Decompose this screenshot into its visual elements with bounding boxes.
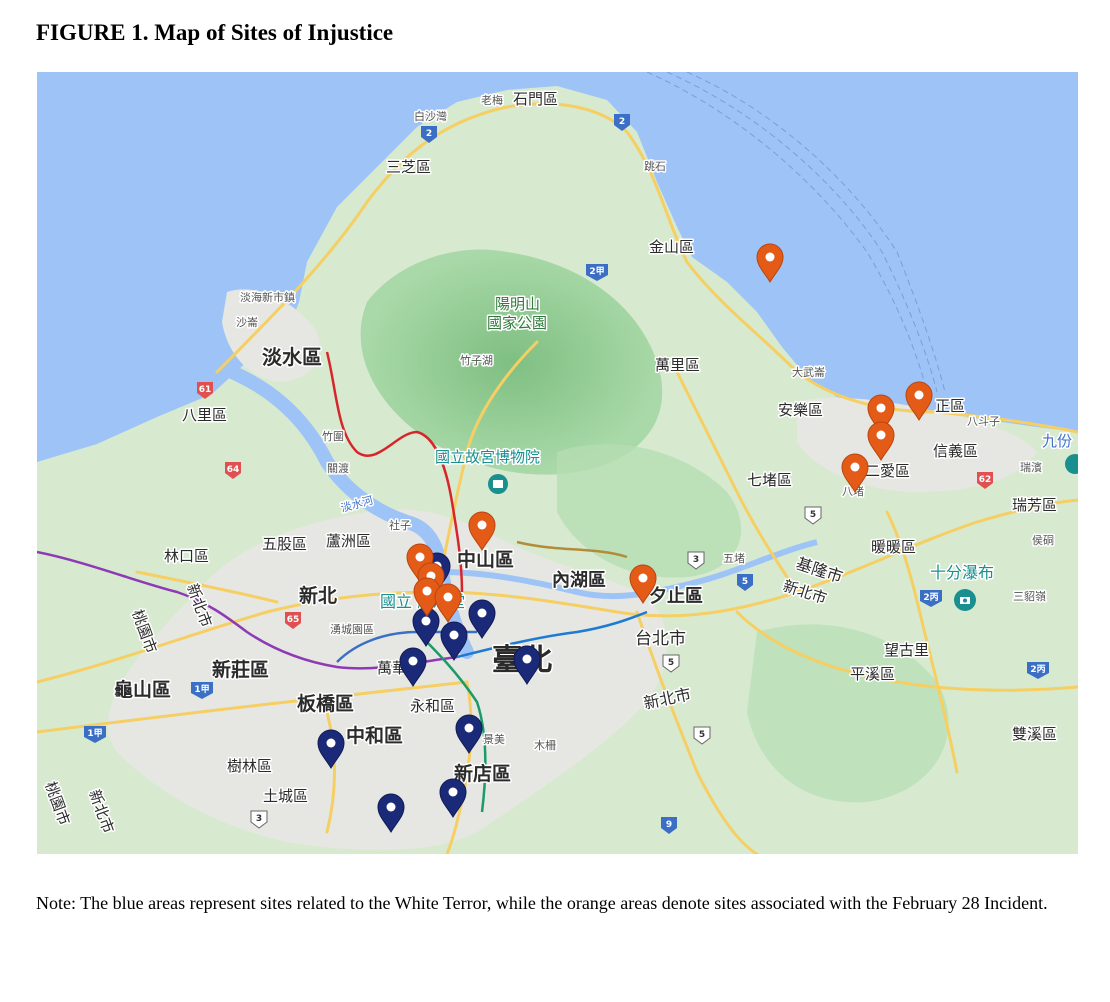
label-guishan: 龜山區 bbox=[114, 678, 171, 701]
label-wugu: 五股區 bbox=[262, 535, 307, 553]
label-jinshan: 金山區 bbox=[649, 238, 694, 256]
svg-text:1甲: 1甲 bbox=[87, 728, 102, 739]
label-houtong: 侯硐 bbox=[1032, 533, 1054, 547]
label-jiufen: 九份 bbox=[1042, 432, 1072, 450]
label-zhuzihu: 竹子湖 bbox=[460, 353, 493, 367]
svg-text:2甲: 2甲 bbox=[589, 266, 604, 277]
label-zhongshan: 中山區 bbox=[457, 548, 514, 571]
label-jingmei: 景美 bbox=[483, 733, 505, 746]
label-shalun: 沙崙 bbox=[236, 316, 258, 329]
label-ren-ai: 二愛區 bbox=[865, 462, 910, 480]
label-xizhi: 夕止區 bbox=[649, 585, 703, 607]
svg-text:3: 3 bbox=[256, 814, 262, 824]
svg-text:1甲: 1甲 bbox=[194, 684, 209, 695]
label-wanli: 萬里區 bbox=[655, 356, 700, 374]
label-shuanxi: 雙溪區 bbox=[1012, 725, 1057, 743]
svg-text:9: 9 bbox=[666, 820, 672, 830]
label-guandu: 關渡 bbox=[327, 461, 349, 475]
svg-text:2: 2 bbox=[619, 117, 625, 127]
label-tamsui: 淡水區 bbox=[262, 345, 322, 369]
label-shezi: 社子 bbox=[389, 518, 411, 532]
label-ruibin: 瑞濱 bbox=[1020, 460, 1042, 474]
label-huacheng: 湧城園區 bbox=[330, 623, 374, 636]
label-pingxi: 平溪區 bbox=[850, 665, 895, 683]
svg-text:61: 61 bbox=[199, 385, 212, 395]
svg-text:5: 5 bbox=[668, 658, 674, 668]
label-palace-museum: 國立故宮博物院 bbox=[435, 448, 540, 466]
label-bali: 八里區 bbox=[182, 406, 227, 424]
figure-title: FIGURE 1. Map of Sites of Injustice bbox=[36, 20, 394, 45]
svg-text:64: 64 bbox=[227, 465, 240, 475]
svg-text:5: 5 bbox=[742, 577, 748, 587]
svg-text:5: 5 bbox=[810, 510, 816, 520]
label-taipei-city: 台北市 bbox=[635, 629, 686, 649]
label-shulin: 樹林區 bbox=[227, 757, 272, 775]
label-laomei: 老梅 bbox=[481, 93, 503, 107]
label-banqiao: 板橋區 bbox=[297, 692, 354, 715]
label-tiaoshi: 跳石 bbox=[644, 159, 666, 173]
label-national-park: 國家公園 bbox=[487, 314, 547, 332]
label-xinyi: 信義區 bbox=[933, 442, 978, 460]
label-wanggu: 望古里 bbox=[884, 641, 929, 659]
map[interactable]: 2 2 2甲 61 64 65 1甲 1甲 62 2丙 2丙 3 5 9 3 5… bbox=[37, 72, 1078, 854]
label-dawuluan: 大武崙 bbox=[792, 365, 825, 379]
label-yonghe: 永和區 bbox=[410, 697, 455, 715]
label-xinzhuang: 新莊區 bbox=[212, 658, 269, 681]
label-tucheng: 土城區 bbox=[263, 787, 308, 805]
svg-text:62: 62 bbox=[979, 475, 992, 485]
label-ruifang: 瑞芳區 bbox=[1012, 496, 1057, 514]
label-luzhou: 蘆洲區 bbox=[326, 532, 371, 550]
map-canvas[interactable]: 2 2 2甲 61 64 65 1甲 1甲 62 2丙 2丙 3 5 9 3 5… bbox=[37, 72, 1078, 854]
label-badouzi: 八斗子 bbox=[967, 415, 1000, 428]
label-danhai: 淡海新市鎮 bbox=[240, 290, 295, 304]
svg-text:2: 2 bbox=[426, 129, 432, 139]
svg-text:65: 65 bbox=[287, 615, 300, 625]
label-shimen: 石門區 bbox=[513, 90, 558, 108]
label-nuannuan: 暖暖區 bbox=[871, 538, 916, 556]
label-sandiaoling: 三貂嶺 bbox=[1013, 589, 1046, 603]
label-xindian: 新店區 bbox=[454, 762, 511, 785]
palace-museum-icon bbox=[488, 474, 508, 494]
svg-text:3: 3 bbox=[693, 555, 699, 565]
label-zhongzheng: 正區 bbox=[935, 397, 965, 415]
label-zhuwei: 竹圍 bbox=[322, 429, 344, 443]
label-anle: 安樂區 bbox=[778, 401, 823, 419]
label-sanzhi: 三芝區 bbox=[386, 158, 431, 176]
label-qidu: 七堵區 bbox=[747, 471, 792, 489]
figure-note: Note: The blue areas represent sites rel… bbox=[36, 893, 1048, 913]
svg-text:2丙: 2丙 bbox=[923, 592, 938, 603]
label-wudu: 五堵 bbox=[723, 551, 745, 565]
label-yangmingshan: 陽明山 bbox=[495, 295, 540, 313]
label-baishawan: 白沙灣 bbox=[414, 109, 447, 123]
svg-text:5: 5 bbox=[699, 730, 705, 740]
label-muzha: 木柵 bbox=[534, 738, 556, 752]
waterfall-icon bbox=[954, 589, 976, 611]
label-linkou: 林口區 bbox=[164, 547, 209, 565]
svg-text:2丙: 2丙 bbox=[1030, 664, 1045, 675]
label-zhonghe: 中和區 bbox=[346, 724, 403, 747]
label-new-taipei-top: 新北 bbox=[299, 584, 337, 607]
label-neihu: 內湖區 bbox=[552, 570, 606, 591]
label-shifen: 十分瀑布 bbox=[930, 563, 994, 582]
